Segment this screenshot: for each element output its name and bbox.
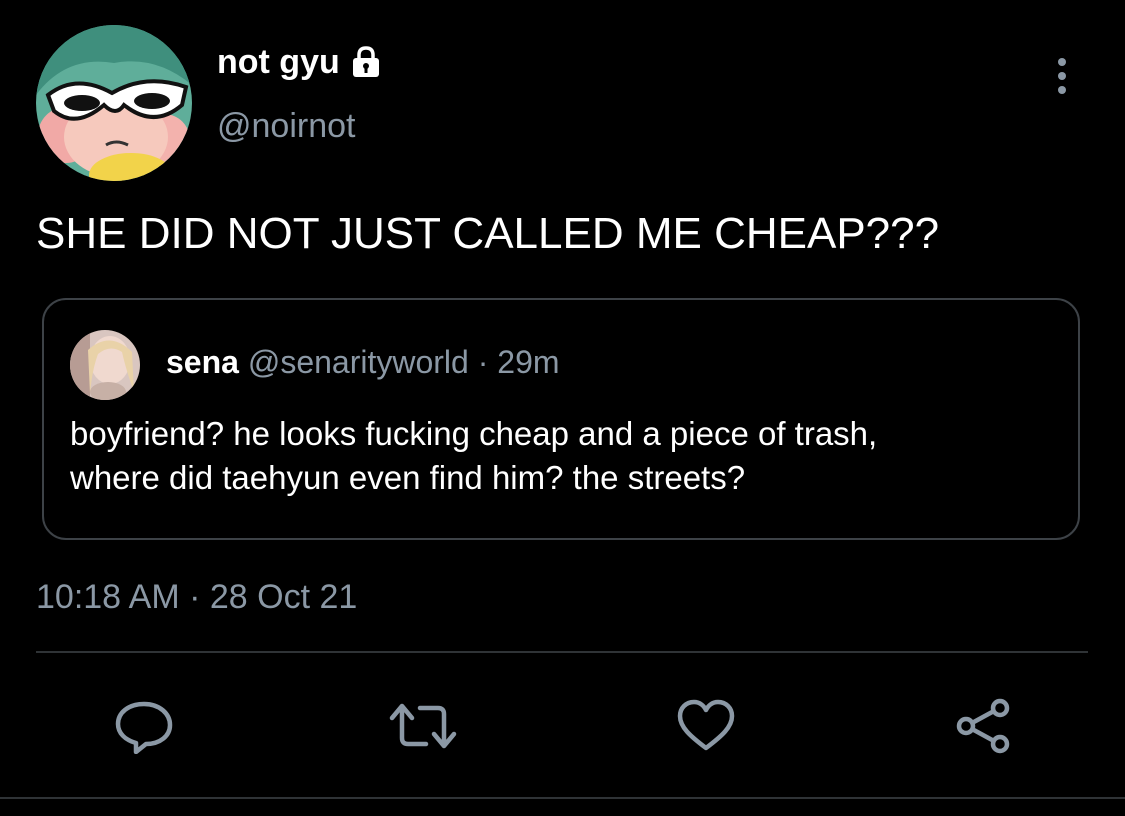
- quoted-separator: ·: [477, 344, 489, 380]
- author-display-name[interactable]: not gyu: [217, 40, 384, 84]
- tweet-text: SHE DID NOT JUST CALLED ME CHEAP???: [36, 209, 940, 258]
- divider: [36, 651, 1088, 653]
- reply-icon: [115, 701, 173, 755]
- quoted-time: 29m: [497, 344, 560, 380]
- share-icon: [956, 698, 1010, 754]
- quoted-text-line: boyfriend? he looks fucking cheap and a …: [70, 415, 878, 452]
- quoted-text-line: where did taehyun even find him? the str…: [70, 459, 746, 496]
- retweet-icon: [389, 703, 457, 749]
- like-icon: [677, 699, 735, 751]
- quoted-author-name[interactable]: sena: [166, 344, 239, 380]
- quoted-tweet-card[interactable]: sena @senarityworld · 29m boyfriend? he …: [42, 298, 1080, 540]
- display-name-text[interactable]: not gyu: [217, 40, 340, 84]
- author-avatar[interactable]: [36, 25, 192, 181]
- retweet-button[interactable]: [388, 698, 458, 754]
- lock-icon: [348, 44, 384, 80]
- like-button[interactable]: [676, 698, 736, 754]
- more-options-icon[interactable]: [1048, 56, 1076, 96]
- reply-button[interactable]: [114, 698, 174, 755]
- bottom-divider: [0, 797, 1125, 799]
- quoted-author-handle[interactable]: @senarityworld: [248, 344, 469, 380]
- share-button[interactable]: [954, 698, 1014, 754]
- quoted-tweet-text: boyfriend? he looks fucking cheap and a …: [70, 412, 1060, 500]
- author-handle[interactable]: @noirnot: [217, 104, 355, 148]
- quoted-author-avatar[interactable]: [70, 330, 140, 400]
- tweet-timestamp[interactable]: 10:18 AM · 28 Oct 21: [36, 575, 357, 619]
- quoted-tweet-header: sena @senarityworld · 29m: [166, 342, 560, 382]
